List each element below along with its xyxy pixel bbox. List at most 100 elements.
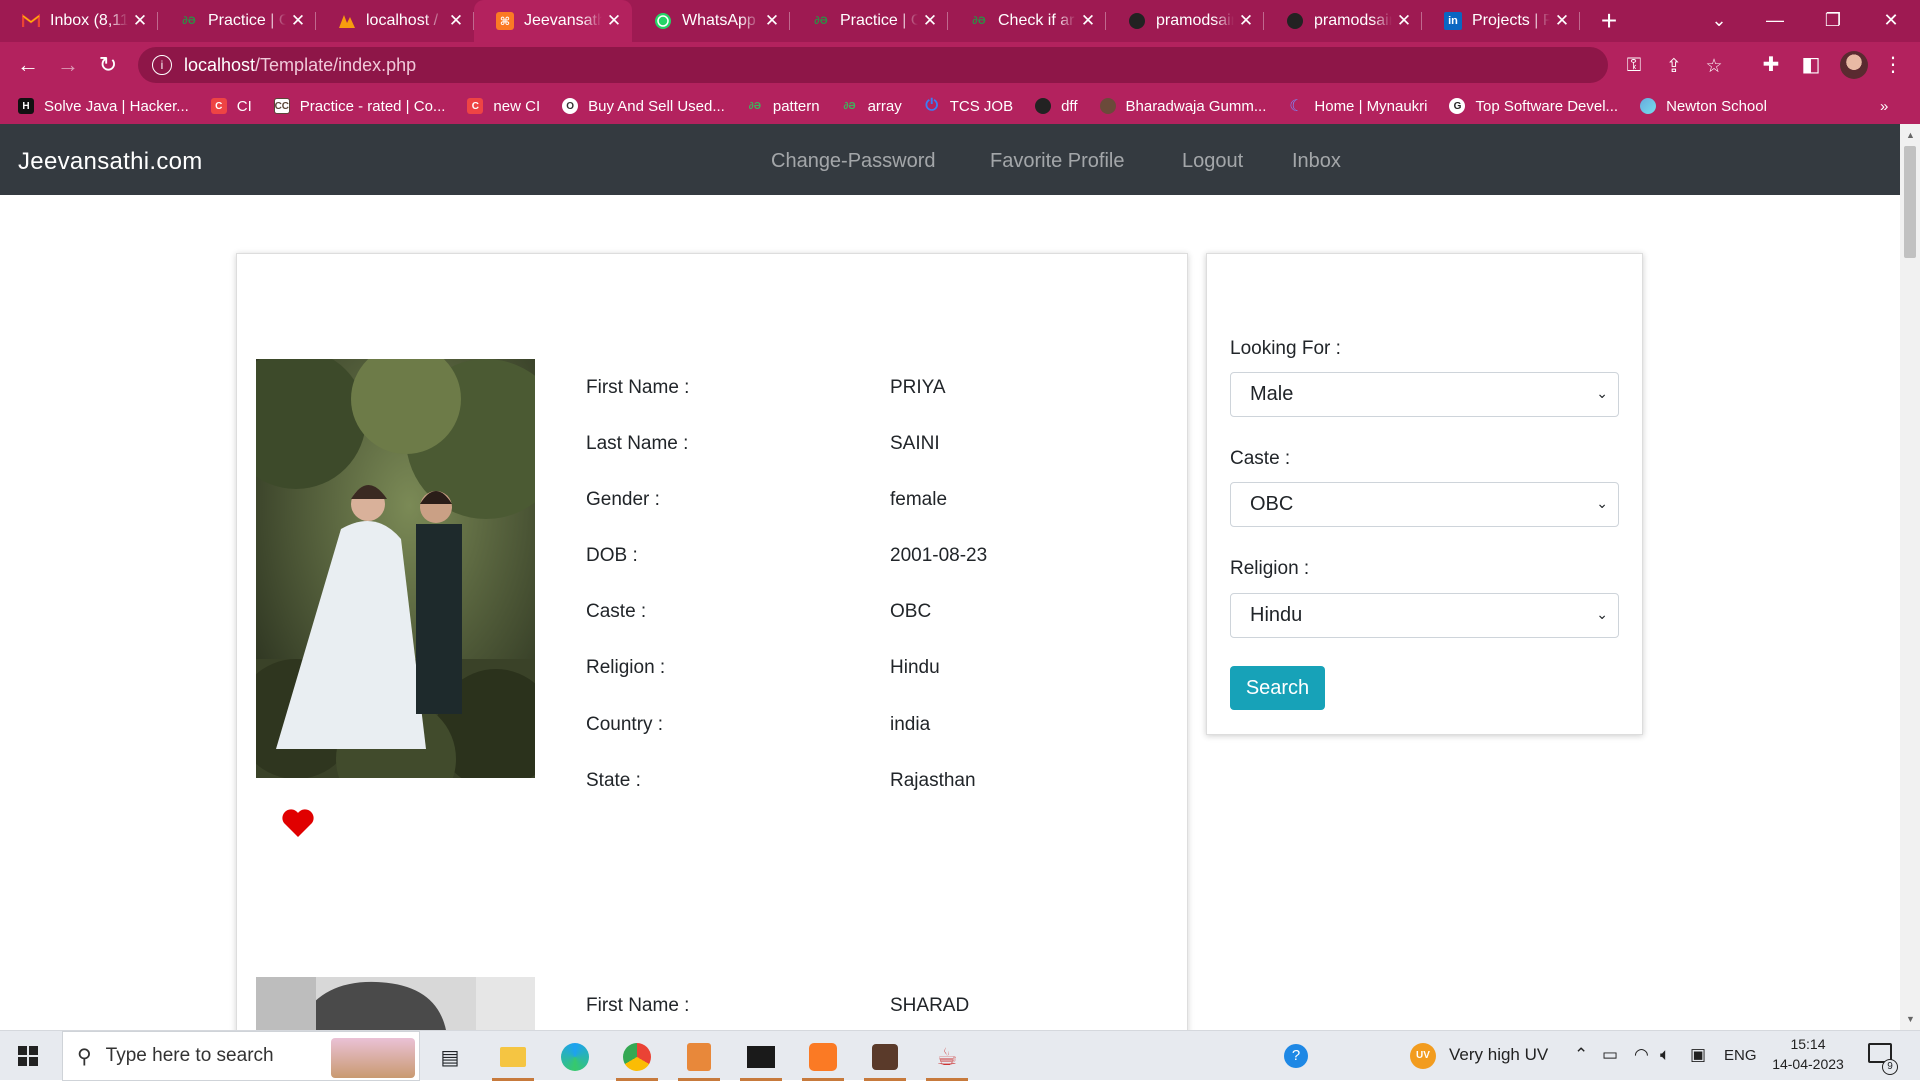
browser-tab[interactable]: localhost / ✕	[316, 0, 474, 42]
gfg-icon: ∂Ə	[748, 100, 761, 112]
caste-select[interactable]: OBC ⌄	[1230, 482, 1619, 527]
reload-icon[interactable]: ↻	[88, 45, 128, 85]
weather-text[interactable]: Very high UV	[1449, 1045, 1548, 1065]
browser-tab[interactable]: ∂Ə Check if arr ✕	[948, 0, 1106, 42]
close-icon[interactable]: ✕	[1396, 11, 1412, 31]
language-indicator[interactable]: ENG	[1724, 1047, 1757, 1064]
back-icon[interactable]: ←	[8, 45, 48, 85]
bookmark-item[interactable]: H Solve Java | Hacker...	[18, 98, 189, 115]
bookmark-item[interactable]: C CI	[210, 98, 252, 115]
nav-logout[interactable]: Logout	[1182, 150, 1243, 173]
religion-value: Hindu	[890, 657, 940, 678]
browser-tab[interactable]: WhatsApp ✕	[632, 0, 790, 42]
scroll-down-icon[interactable]: ▼	[1906, 1014, 1915, 1024]
favorite-heart-icon[interactable]	[281, 808, 315, 843]
xampp-icon[interactable]	[798, 1037, 848, 1081]
java-icon[interactable]: ☕	[922, 1037, 972, 1081]
window-close-icon[interactable]: ✕	[1862, 0, 1920, 40]
close-icon[interactable]: ✕	[132, 11, 148, 31]
browser-tab[interactable]: in Projects | P ✕	[1422, 0, 1580, 42]
edge-icon[interactable]	[550, 1037, 600, 1077]
notification-count: 9	[1882, 1059, 1898, 1075]
star-icon[interactable]: ☆	[1702, 55, 1726, 78]
bookmark-item[interactable]: ⏻ TCS JOB	[924, 97, 1013, 115]
bookmark-item[interactable]: ☾ Home | Mynaukri	[1288, 98, 1427, 116]
close-icon[interactable]: ✕	[606, 11, 622, 31]
site-brand[interactable]: Jeevansathi.com	[18, 148, 203, 176]
close-icon[interactable]: ✕	[448, 11, 464, 31]
clock[interactable]: 15:14 14-04-2023	[1770, 1036, 1846, 1072]
close-icon[interactable]: ✕	[1554, 11, 1570, 31]
extensions-icon[interactable]: ✚	[1758, 52, 1784, 77]
sublime-icon[interactable]	[674, 1037, 724, 1081]
battery-icon[interactable]: ▭	[1602, 1045, 1618, 1065]
bookmarks-bar: H Solve Java | Hacker... C CI CC Practice -…	[0, 88, 1920, 124]
bookmark-item[interactable]: Newton School	[1640, 98, 1767, 115]
religion-filter-label: Religion :	[1230, 558, 1310, 579]
browser-tab[interactable]: pramodsain ✕	[1264, 0, 1422, 42]
forward-icon[interactable]: →	[48, 45, 88, 85]
bookmark-item[interactable]: G Top Software Devel...	[1449, 98, 1618, 115]
minimize-icon[interactable]: —	[1746, 0, 1804, 40]
tab-search-icon[interactable]: ⌄	[1690, 0, 1748, 40]
search-button[interactable]: Search	[1230, 666, 1325, 710]
nav-favorite-profile[interactable]: Favorite Profile	[990, 150, 1125, 173]
menu-icon[interactable]: ⋮	[1880, 52, 1906, 77]
help-icon[interactable]: ?	[1284, 1044, 1308, 1068]
bookmark-item[interactable]: Cnew CI	[467, 98, 540, 115]
side-panel-icon[interactable]: ◧	[1798, 52, 1824, 77]
terminal-icon[interactable]	[736, 1037, 786, 1081]
key-icon[interactable]: ⚿	[1622, 55, 1646, 77]
close-icon[interactable]: ✕	[290, 11, 306, 31]
religion-select[interactable]: Hindu ⌄	[1230, 593, 1619, 638]
browser-tab[interactable]: ∂Ə Practice | G ✕	[158, 0, 316, 42]
file-explorer-icon[interactable]	[488, 1037, 538, 1081]
tab-title: Check if arr	[998, 12, 1076, 29]
page-scrollbar[interactable]: ▲ ▼	[1900, 124, 1920, 1030]
scroll-up-icon[interactable]: ▲	[1906, 130, 1915, 140]
nav-change-password[interactable]: Change-Password	[771, 150, 936, 173]
bookmark-item[interactable]: dff	[1035, 98, 1078, 115]
share-icon[interactable]: ⇪	[1662, 55, 1686, 78]
chrome-icon[interactable]	[612, 1037, 662, 1081]
weather-icon[interactable]: UV	[1410, 1043, 1436, 1069]
close-icon[interactable]: ✕	[1080, 11, 1096, 31]
browser-tab-active[interactable]: ⌘ Jeevansathi ✕	[474, 0, 632, 42]
task-view-icon[interactable]: ▤	[425, 1037, 475, 1077]
bookmark-item[interactable]: ∂Ə array	[842, 98, 901, 115]
chevron-up-icon[interactable]: ⌃	[1574, 1045, 1588, 1065]
wifi-icon[interactable]: ◠	[1634, 1045, 1649, 1065]
taskbar-search-box[interactable]: ⚲ Type here to search	[62, 1031, 420, 1081]
screen-icon[interactable]: ▣	[1690, 1045, 1706, 1065]
browser-tab[interactable]: Inbox (8,11 ✕	[0, 0, 158, 42]
looking-for-select[interactable]: Male ⌄	[1230, 372, 1619, 417]
windows-start-icon[interactable]	[18, 1046, 38, 1066]
site-info-icon[interactable]: i	[152, 55, 172, 75]
close-icon[interactable]: ✕	[1238, 11, 1254, 31]
browser-tab[interactable]: pramodsain ✕	[1106, 0, 1264, 42]
gender-value: female	[890, 489, 948, 510]
bookmarks-overflow-button[interactable]: »	[1880, 98, 1888, 115]
nav-inbox[interactable]: Inbox	[1292, 150, 1341, 173]
religion-label: Religion :	[586, 657, 666, 678]
address-bar[interactable]: i localhost/Template/index.php ⚿ ⇪ ☆	[138, 47, 1723, 83]
country-value: india	[890, 714, 931, 735]
volume-icon[interactable]: 🔈︎	[1660, 1045, 1670, 1065]
bookmark-item[interactable]: Bharadwaja Gumm...	[1099, 98, 1266, 115]
gfg-icon: ∂Ə	[814, 15, 828, 27]
app-icon[interactable]	[860, 1037, 910, 1081]
new-tab-button[interactable]: +	[1594, 5, 1624, 37]
browser-tab[interactable]: ∂Ə Practice | G ✕	[790, 0, 948, 42]
close-icon[interactable]: ✕	[922, 11, 938, 31]
globe-icon: G	[1449, 98, 1466, 114]
scrollbar-thumb[interactable]	[1904, 146, 1916, 258]
mynaukri-icon: ☾	[1289, 98, 1304, 115]
bookmark-item[interactable]: CC Practice - rated | Co...	[273, 98, 445, 115]
close-icon[interactable]: ✕	[764, 11, 780, 31]
bookmark-item[interactable]: O Buy And Sell Used...	[562, 98, 725, 115]
dob-label: DOB :	[586, 545, 638, 566]
profile-avatar[interactable]	[1840, 51, 1868, 79]
search-highlight-icon	[331, 1038, 415, 1078]
bookmark-item[interactable]: ∂Ə pattern	[747, 98, 820, 115]
restore-icon[interactable]: ❐	[1804, 0, 1862, 40]
